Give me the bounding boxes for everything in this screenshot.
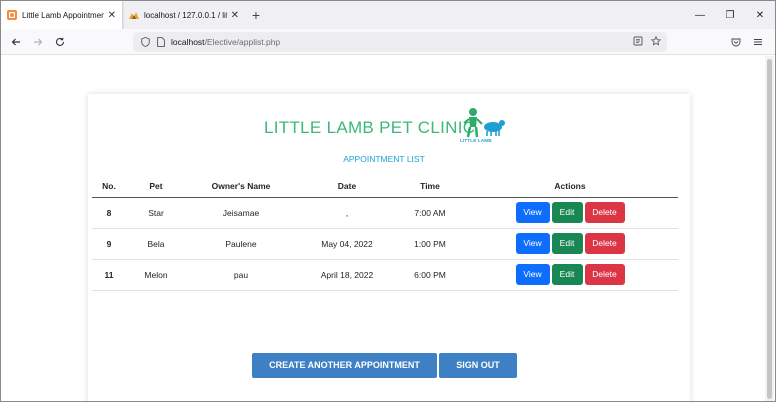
url-actions <box>633 35 662 49</box>
site-favicon-icon <box>7 10 17 20</box>
shield-icon[interactable] <box>139 37 151 47</box>
cell-owner: pau <box>186 259 296 291</box>
reload-icon <box>56 37 65 46</box>
reader-view-icon[interactable] <box>633 36 643 49</box>
page-icon[interactable] <box>155 37 167 47</box>
page-scrollbar[interactable] <box>765 56 774 401</box>
restore-button[interactable]: ❐ <box>715 1 745 29</box>
cell-actions: View Edit Delete <box>462 228 678 260</box>
cell-no: 8 <box>92 197 126 229</box>
minimize-button[interactable]: — <box>685 1 715 29</box>
tab-appointment-list[interactable]: Little Lamb Appointment List ✕ <box>1 1 123 29</box>
page-subtitle: APPOINTMENT LIST <box>343 154 425 164</box>
tab-title: Little Lamb Appointment List <box>22 10 104 20</box>
cell-owner: Jeisamae <box>186 197 296 229</box>
logo-text: LITTLE LAMB <box>460 138 492 143</box>
menu-button[interactable] <box>747 31 769 53</box>
phpmyadmin-favicon-icon <box>129 12 139 19</box>
close-window-button[interactable]: ✕ <box>745 1 775 29</box>
view-button[interactable]: View <box>515 202 550 223</box>
url-path: /Elective/applist.php <box>204 37 281 47</box>
arrow-right-icon <box>34 38 43 45</box>
cell-date: , <box>296 197 398 229</box>
close-tab-icon[interactable]: ✕ <box>231 10 239 21</box>
hamburger-menu-icon <box>754 38 762 45</box>
view-button[interactable]: View <box>515 233 550 254</box>
edit-button[interactable]: Edit <box>551 264 583 285</box>
back-button[interactable] <box>5 31 27 53</box>
view-button[interactable]: View <box>515 264 550 285</box>
url-host: localhost <box>171 37 205 47</box>
pocket-button[interactable] <box>725 31 747 53</box>
navigation-bar: localhost/Elective/applist.php <box>1 29 775 55</box>
tab-phpmyadmin[interactable]: localhost / 127.0.0.1 / little_lamb ✕ <box>123 1 245 29</box>
cell-no: 9 <box>92 228 126 260</box>
cell-pet: Star <box>126 197 186 229</box>
table-row: 9 Bela Paulene May 04, 2022 1:00 PM View… <box>92 228 678 260</box>
arrow-left-icon <box>11 38 20 45</box>
header-time: Time <box>398 176 462 198</box>
cell-time: 7:00 AM <box>398 197 462 229</box>
sign-out-button[interactable]: SIGN OUT <box>439 353 517 378</box>
cell-owner: Paulene <box>186 228 296 260</box>
edit-button[interactable]: Edit <box>551 202 583 223</box>
cell-time: 6:00 PM <box>398 259 462 291</box>
cell-actions: View Edit Delete <box>462 259 678 291</box>
bookmark-star-icon[interactable] <box>650 35 662 49</box>
cell-no: 11 <box>92 259 126 291</box>
cell-pet: Melon <box>126 259 186 291</box>
tab-title: localhost / 127.0.0.1 / little_lamb <box>144 10 227 20</box>
clinic-title: LITTLE LAMB PET CLINIC <box>264 118 476 137</box>
cell-pet: Bela <box>126 228 186 260</box>
table-row: 11 Melon pau April 18, 2022 6:00 PM View… <box>92 259 678 291</box>
edit-button[interactable]: Edit <box>551 233 583 254</box>
delete-button[interactable]: Delete <box>584 202 625 223</box>
cell-actions: View Edit Delete <box>462 197 678 229</box>
tab-strip: Little Lamb Appointment List ✕ localhost… <box>1 1 775 29</box>
reload-button[interactable] <box>49 31 71 53</box>
cell-date: April 18, 2022 <box>296 259 398 291</box>
address-bar[interactable]: localhost/Elective/applist.php <box>133 32 667 52</box>
cell-time: 1:00 PM <box>398 228 462 260</box>
table-row: 8 Star Jeisamae , 7:00 AM View Edit Delete <box>92 197 678 229</box>
header-date: Date <box>296 176 398 198</box>
cell-date: May 04, 2022 <box>296 228 398 260</box>
create-appointment-button[interactable]: CREATE ANOTHER APPOINTMENT <box>252 353 437 378</box>
appointment-table: No. Pet Owner's Name Date Time Actions 8… <box>92 176 678 291</box>
scrollbar-thumb[interactable] <box>767 59 772 399</box>
forward-button[interactable] <box>27 31 49 53</box>
toolbar-right <box>725 31 775 53</box>
close-tab-icon[interactable]: ✕ <box>108 10 116 21</box>
new-tab-button[interactable]: + <box>245 1 267 29</box>
table-header-row: No. Pet Owner's Name Date Time Actions <box>92 176 678 198</box>
header-actions: Actions <box>462 176 678 198</box>
delete-button[interactable]: Delete <box>584 264 625 285</box>
pocket-icon <box>731 38 741 46</box>
window-controls: — ❐ ✕ <box>685 1 775 29</box>
header-pet: Pet <box>126 176 186 198</box>
browser-window: Little Lamb Appointment List ✕ localhost… <box>0 0 776 402</box>
header-no: No. <box>92 176 126 198</box>
header-owner: Owner's Name <box>186 176 296 198</box>
delete-button[interactable]: Delete <box>584 233 625 254</box>
